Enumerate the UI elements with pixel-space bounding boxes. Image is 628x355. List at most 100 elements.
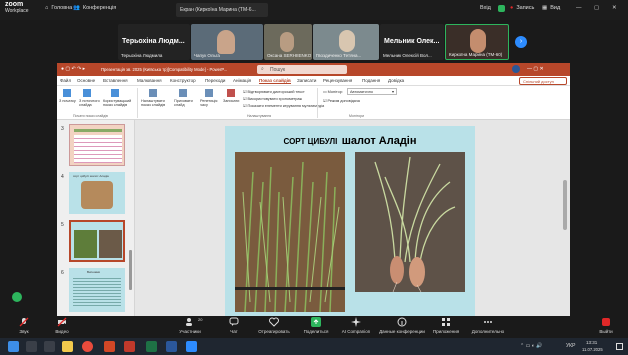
more-button[interactable]: Дополнительно <box>466 317 510 334</box>
autosave-icons[interactable]: ● ▢ ↶ ↷ ▸ <box>61 66 85 72</box>
meeting-info-button[interactable]: Данные конференции <box>376 317 428 334</box>
ribbon-divider <box>317 88 318 118</box>
zoom-titlebar: zoom Workplace ⌂ Головна 👥 Конференція Екра… <box>0 0 628 20</box>
thumb-heading <box>74 129 122 132</box>
onion-field-photo <box>235 152 345 312</box>
narration-checkbox[interactable]: ☑ Відтворювати дикторський текст <box>243 89 305 94</box>
share-screen-button[interactable]: Поделиться <box>294 317 338 334</box>
minimize-button[interactable]: — <box>576 5 582 11</box>
menu-design[interactable]: Конструктор <box>170 78 196 83</box>
share-button[interactable]: Спільний доступ <box>519 77 567 85</box>
file-explorer-icon[interactable] <box>62 341 73 352</box>
participant-tile[interactable]: Терьохіна Людм... Терьохіна Людмила <box>118 24 190 60</box>
hide-slide-icon[interactable] <box>179 89 187 97</box>
zoom-logo: zoom Workplace <box>5 1 29 14</box>
setup-show-icon[interactable] <box>149 89 157 97</box>
slide-title: СОРТ ЦИБУЛІ шалот Аладін <box>283 135 417 147</box>
apps-button[interactable]: Приложения <box>424 317 468 334</box>
monitor-icon: ▭ <box>323 90 327 94</box>
slide-thumbnail[interactable]: Висновки <box>69 268 125 312</box>
monitor-label: ▭ Монітор: <box>323 90 343 94</box>
avatar[interactable] <box>512 65 520 73</box>
view-menu[interactable]: ▦ Вид <box>542 5 560 11</box>
play-current-icon[interactable] <box>83 89 91 97</box>
thumb-text <box>73 276 121 308</box>
menu-draw[interactable]: Малювання <box>137 78 162 83</box>
apps-icon <box>442 318 450 326</box>
search-box[interactable]: ⌕ Пошук <box>257 65 347 74</box>
canvas-scrollbar[interactable] <box>563 180 567 230</box>
zoom-icon[interactable] <box>186 341 197 352</box>
menu-record[interactable]: Записати <box>297 78 316 83</box>
recording-indicator[interactable]: ● Запись <box>510 5 534 11</box>
login-button[interactable]: Вхід <box>480 5 491 11</box>
slide-canvas: СОРТ ЦИБУЛІ шалот Аладін <box>135 120 570 316</box>
menu-help[interactable]: Довідка <box>388 78 404 83</box>
windows-start-icon[interactable] <box>8 341 19 352</box>
menu-review[interactable]: Рецензування <box>323 78 352 83</box>
people-icon <box>186 318 192 326</box>
conference-tab[interactable]: 👥 Конференція <box>73 5 116 11</box>
participant-tile[interactable]: Гвоздиченко Тетяна... <box>313 24 379 60</box>
annotate-icon[interactable] <box>12 292 22 302</box>
participant-tile[interactable]: Мельник Олек... Мельник Олексій Вол... <box>380 24 444 60</box>
clock-time[interactable]: 13:31 <box>586 340 597 345</box>
participant-tile-active[interactable]: Киркоїна Марина (ТМ-60) <box>445 24 509 60</box>
participants-button[interactable]: Участники 20 <box>168 317 212 334</box>
custom-show-icon[interactable] <box>111 89 119 97</box>
menu-file[interactable]: Файл <box>60 78 71 83</box>
excel-icon[interactable] <box>146 341 157 352</box>
heart-icon <box>269 317 279 327</box>
slide-thumbnail[interactable] <box>69 124 125 166</box>
menu-insert[interactable]: Вставлення <box>103 78 128 83</box>
leave-button[interactable]: Выйти <box>584 317 628 334</box>
slide-thumbnail-selected[interactable] <box>69 220 125 262</box>
menu-home[interactable]: Основне <box>77 78 95 83</box>
tray-icons[interactable]: ⌃ ▭ ◐ 🔊 <box>520 343 542 349</box>
next-page-icon[interactable]: › <box>515 36 527 48</box>
screen-tab[interactable]: Екран (Киркоїна Марина (ТМ-6... <box>176 3 268 17</box>
media-controls-checkbox[interactable]: ☑ Показати елементи керування мультимеді… <box>243 103 324 108</box>
powerpoint-window: ● ▢ ↶ ↷ ▸ Презентація зв. 2025 (Київська… <box>57 63 570 316</box>
home-tab[interactable]: ⌂ Головна <box>45 5 72 11</box>
task-view-icon[interactable] <box>44 341 55 352</box>
shield-icon <box>498 5 505 12</box>
monitor-select[interactable]: Автоматично ▾ <box>347 88 397 95</box>
menu-animation[interactable]: Анімація <box>233 78 251 83</box>
language-indicator[interactable]: УКР <box>566 343 575 349</box>
notification-icon[interactable] <box>616 343 623 350</box>
participant-video <box>217 30 235 54</box>
slide-thumbnail[interactable]: сорт цибулі шалот Аладін <box>69 172 125 214</box>
maximize-button[interactable]: ▢ <box>594 5 599 11</box>
record-icon[interactable] <box>227 89 235 97</box>
chat-button[interactable]: Чат <box>212 317 256 334</box>
thumbnails-scrollbar[interactable] <box>129 250 132 290</box>
close-button[interactable]: ✕ <box>612 5 617 11</box>
menu-slideshow[interactable]: Показ слайдів <box>259 78 291 84</box>
clock-date[interactable]: 11.07.2025 <box>582 347 603 352</box>
participant-tile[interactable]: Чапук Ольга <box>191 24 263 60</box>
react-button[interactable]: Отреагировать <box>252 317 296 334</box>
window-controls[interactable]: — ▢ ✕ <box>527 66 544 72</box>
search-icon[interactable] <box>26 341 37 352</box>
sparkle-icon <box>351 317 361 327</box>
powerpoint-icon[interactable] <box>104 341 115 352</box>
menu-transitions[interactable]: Переходи <box>205 78 225 83</box>
word-icon[interactable] <box>166 341 177 352</box>
play-from-start-icon[interactable] <box>63 89 71 97</box>
search-icon: ⌕ <box>261 66 264 72</box>
home-icon: ⌂ <box>45 5 49 11</box>
video-button[interactable]: Видео <box>40 317 84 334</box>
more-icon <box>484 321 492 323</box>
rehearse-timing-icon[interactable] <box>205 89 213 97</box>
pdf-icon[interactable] <box>124 341 135 352</box>
ai-companion-button[interactable]: AI Companion <box>334 317 378 334</box>
presenter-view-checkbox[interactable]: ☑ Режим доповідача <box>323 98 360 103</box>
participants-strip: Терьохіна Людм... Терьохіна Людмила Чапу… <box>0 20 628 63</box>
menu-view[interactable]: Подання <box>362 78 380 83</box>
timing-checkbox[interactable]: ☑ Використовувати хронометраж <box>243 96 302 101</box>
chrome-icon[interactable] <box>82 341 93 352</box>
current-slide[interactable]: СОРТ ЦИБУЛІ шалот Аладін <box>225 126 475 316</box>
participant-tile[interactable]: Оксана SERHIIENKO <box>264 24 312 60</box>
slide-thumbnails-pane: 3 4 сорт цибулі шалот Аладін 5 6 Висновк… <box>57 120 135 316</box>
